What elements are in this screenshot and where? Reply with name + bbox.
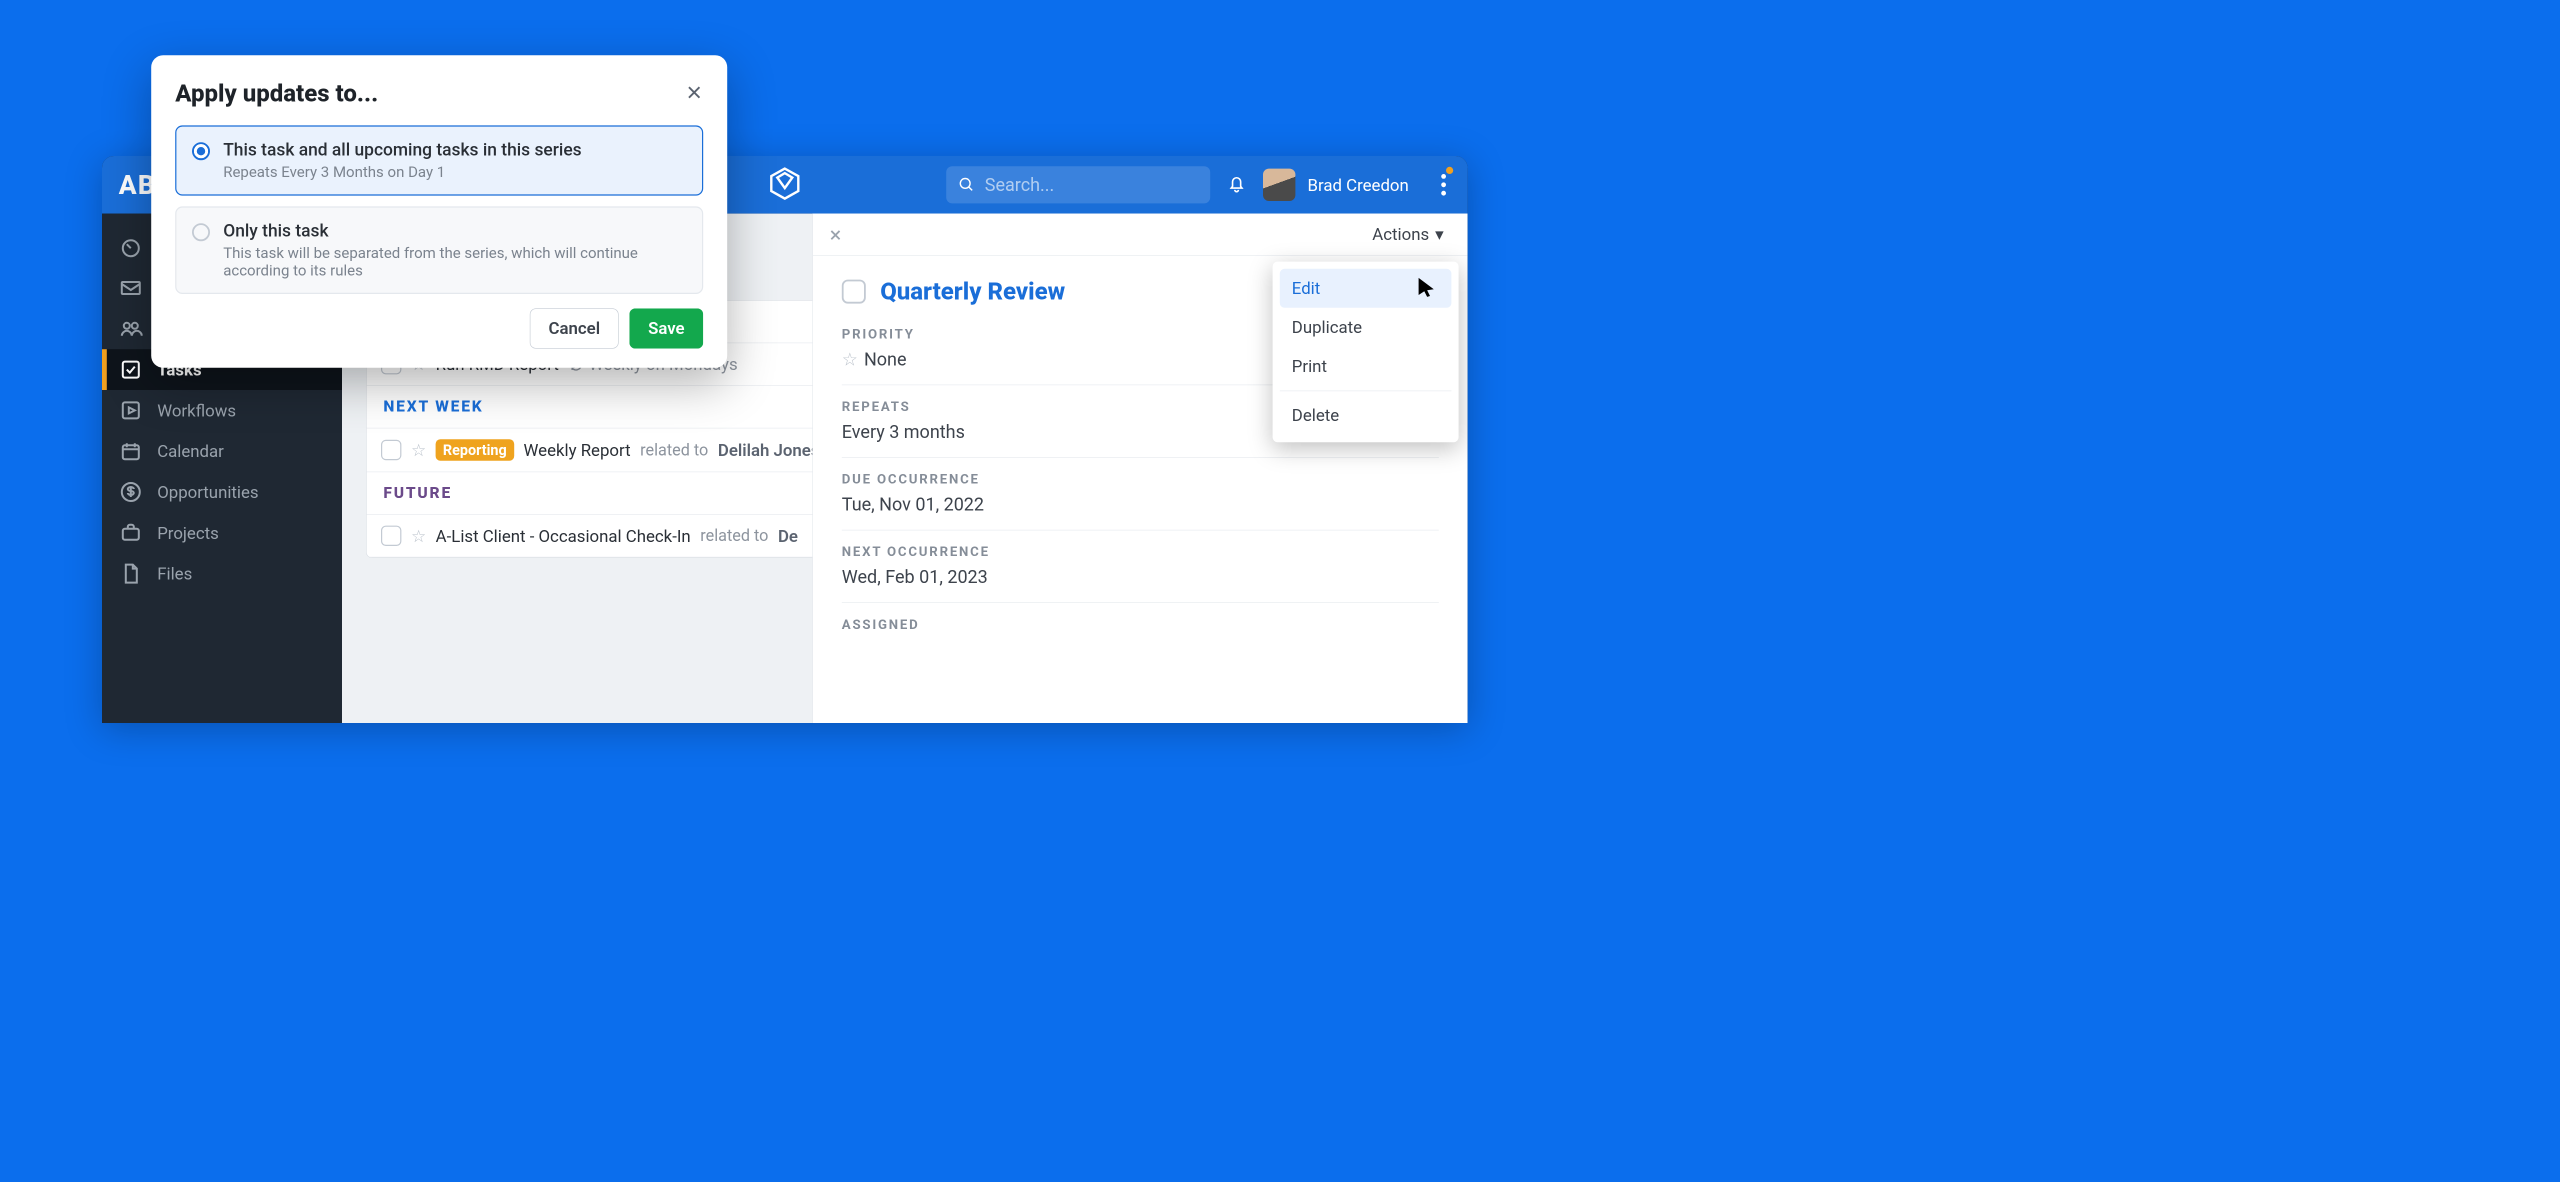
sidebar-item-calendar[interactable]: Calendar — [102, 431, 342, 472]
star-icon[interactable]: ☆ — [411, 440, 426, 460]
search-placeholder: Search... — [985, 174, 1055, 195]
notifications-button[interactable] — [1226, 173, 1248, 197]
option-title: This task and all upcoming tasks in this… — [223, 140, 581, 160]
dropdown-item-print[interactable]: Print — [1280, 347, 1452, 386]
gauge-icon — [119, 235, 143, 259]
modal-close-button[interactable] — [685, 79, 703, 107]
more-menu-button[interactable] — [1421, 169, 1451, 200]
brand-logo-icon — [767, 166, 803, 204]
envelope-icon — [119, 276, 143, 300]
sidebar-item-label: Workflows — [157, 401, 236, 421]
sidebar-item-workflows[interactable]: Workflows — [102, 390, 342, 431]
related-prefix: related to — [700, 526, 768, 545]
user-name[interactable]: Brad Creedon — [1308, 175, 1409, 195]
task-name: A-List Client - Occasional Check-In — [436, 526, 691, 546]
close-icon — [685, 83, 703, 101]
star-icon: ☆ — [842, 349, 858, 370]
option-subtitle: Repeats Every 3 Months on Day 1 — [223, 164, 581, 181]
related-link[interactable]: De — [778, 526, 798, 546]
radio-option-only-this[interactable]: Only this task This task will be separat… — [175, 206, 703, 294]
play-square-icon — [119, 398, 143, 422]
dropdown-item-delete[interactable]: Delete — [1280, 396, 1452, 435]
field-label-due: DUE OCCURRENCE — [842, 472, 1439, 487]
sidebar-item-opportunities[interactable]: Opportunities — [102, 472, 342, 513]
close-detail-button[interactable]: × — [830, 224, 842, 246]
dropdown-separator — [1280, 391, 1452, 392]
sidebar-item-label: Opportunities — [157, 482, 258, 502]
related-link[interactable]: Delilah Jones — [718, 440, 820, 460]
search-input[interactable]: Search... — [946, 166, 1210, 203]
field-label-assigned: ASSIGNED — [842, 617, 1439, 632]
sidebar-item-label: Projects — [157, 523, 219, 543]
avatar[interactable] — [1263, 169, 1295, 201]
dropdown-item-duplicate[interactable]: Duplicate — [1280, 308, 1452, 347]
task-complete-checkbox[interactable] — [842, 279, 866, 303]
task-checkbox[interactable] — [381, 526, 401, 546]
star-icon[interactable]: ☆ — [411, 526, 426, 546]
task-checkbox[interactable] — [381, 440, 401, 460]
sidebar-item-label: Files — [157, 564, 192, 584]
notification-dot-icon — [1446, 167, 1453, 174]
people-icon — [119, 317, 143, 341]
cursor-icon — [1415, 276, 1438, 301]
sidebar-item-label: Calendar — [157, 441, 224, 461]
related-prefix: related to — [640, 440, 708, 459]
bell-icon — [1226, 173, 1248, 195]
field-value-due[interactable]: Tue, Nov 01, 2022 — [842, 494, 1439, 515]
field-value-next[interactable]: Wed, Feb 01, 2023 — [842, 567, 1439, 588]
option-subtitle: This task will be separated from the ser… — [223, 245, 686, 280]
apply-updates-modal: Apply updates to... This task and all up… — [151, 55, 727, 368]
radio-option-all-upcoming[interactable]: This task and all upcoming tasks in this… — [175, 125, 703, 195]
field-label-next: NEXT OCCURRENCE — [842, 545, 1439, 560]
file-icon — [119, 562, 143, 586]
radio-icon — [192, 223, 210, 241]
actions-menu-button[interactable]: Actions ▾ — [1365, 220, 1451, 249]
briefcase-icon — [119, 521, 143, 545]
task-name: Weekly Report — [524, 440, 631, 460]
task-tag: Reporting — [436, 439, 514, 461]
modal-title: Apply updates to... — [175, 79, 378, 107]
task-title: Quarterly Review — [880, 277, 1065, 305]
caret-down-icon: ▾ — [1435, 224, 1443, 244]
cancel-button[interactable]: Cancel — [530, 308, 619, 348]
dollar-circle-icon — [119, 480, 143, 504]
option-title: Only this task — [223, 221, 686, 241]
save-button[interactable]: Save — [629, 308, 703, 348]
sidebar-item-projects[interactable]: Projects — [102, 512, 342, 553]
search-icon — [958, 176, 975, 193]
radio-icon — [192, 142, 210, 160]
check-square-icon — [119, 358, 143, 382]
calendar-icon — [119, 439, 143, 463]
sidebar-item-files[interactable]: Files — [102, 553, 342, 594]
